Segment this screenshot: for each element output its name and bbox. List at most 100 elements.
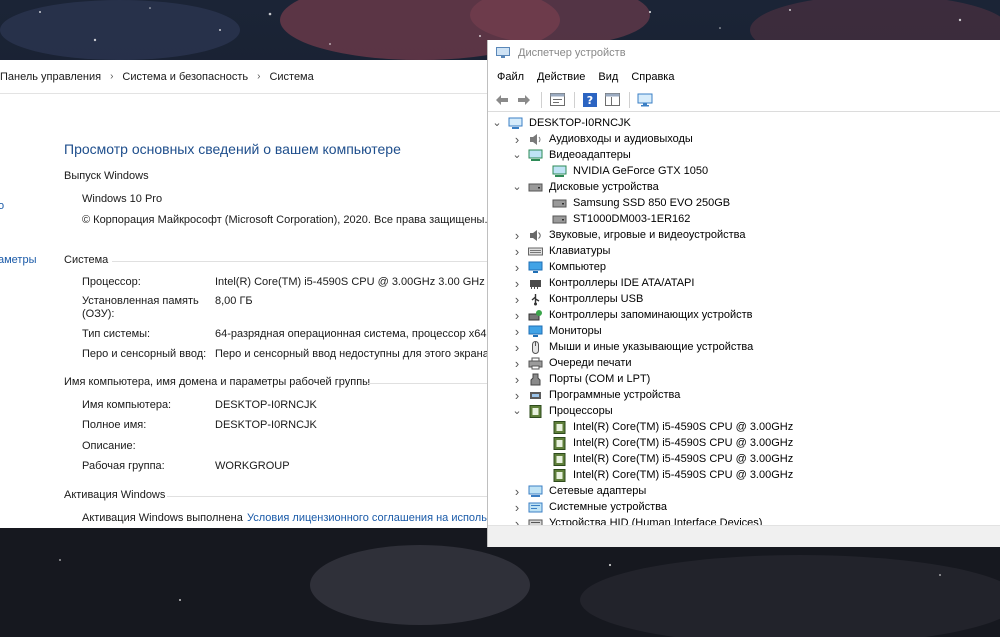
tree-category[interactable]: › Контроллеры USB bbox=[512, 291, 643, 307]
controller-icon bbox=[530, 279, 541, 289]
system-header: Система bbox=[64, 254, 109, 266]
show-hidden-icon[interactable] bbox=[602, 91, 622, 109]
tree-category[interactable]: › Программные устройства bbox=[512, 387, 681, 403]
software-device-icon bbox=[530, 391, 541, 399]
activation-status: Активация Windows выполнена bbox=[82, 512, 243, 524]
tree-device[interactable]: Intel(R) Core(TM) i5-4590S CPU @ 3.00GHz bbox=[536, 435, 793, 451]
tree-category[interactable]: › Контроллеры IDE ATA/ATAPI bbox=[512, 275, 695, 291]
tree-item-label: Аудиовходы и аудиовыходы bbox=[549, 133, 693, 145]
tree-device[interactable]: Samsung SSD 850 EVO 250GB bbox=[536, 195, 730, 211]
system-device-icon bbox=[528, 502, 543, 512]
tree-item-label: Дисковые устройства bbox=[549, 181, 659, 193]
breadcrumb-item-control-panel[interactable]: Панель управления bbox=[0, 71, 101, 83]
chevron-right-icon[interactable]: › bbox=[512, 340, 522, 355]
window-title: Диспетчер устройств bbox=[518, 47, 626, 59]
tree-item-label: Intel(R) Core(TM) i5-4590S CPU @ 3.00GHz bbox=[573, 421, 794, 433]
help-icon[interactable]: ? bbox=[580, 91, 600, 109]
tree-category[interactable]: › Мониторы bbox=[512, 323, 602, 339]
tree-category[interactable]: › Аудиовходы и аудиовыходы bbox=[512, 131, 693, 147]
tree-item-label: Клавиатуры bbox=[549, 245, 611, 257]
tree-device[interactable]: Intel(R) Core(TM) i5-4590S CPU @ 3.00GHz bbox=[536, 419, 793, 435]
tree-category[interactable]: › Сетевые адаптеры bbox=[512, 483, 647, 499]
workgroup-label: Рабочая группа: bbox=[82, 460, 165, 472]
monitor-scan-icon[interactable] bbox=[635, 91, 655, 109]
activation-header: Активация Windows bbox=[64, 489, 166, 501]
tree-item-label: Системные устройства bbox=[549, 501, 668, 513]
chevron-down-icon[interactable]: ⌄ bbox=[512, 150, 522, 161]
chevron-down-icon[interactable]: ⌄ bbox=[512, 182, 522, 193]
display-adapter-icon bbox=[552, 165, 567, 177]
chevron-down-icon[interactable]: ⌄ bbox=[512, 406, 522, 417]
chevron-right-icon[interactable]: › bbox=[512, 308, 522, 323]
tree-category[interactable]: › Контроллеры запоминающих устройств bbox=[512, 307, 753, 323]
tree-category[interactable]: › Мыши и иные указывающие устройства bbox=[512, 339, 753, 355]
tree-device[interactable]: Intel(R) Core(TM) i5-4590S CPU @ 3.00GHz bbox=[536, 467, 793, 483]
chevron-right-icon[interactable]: › bbox=[512, 132, 522, 147]
device-tree: ⌄ DESKTOP-I0RNCJK › Аудиовходы и аудиовыход… bbox=[488, 115, 1000, 525]
chevron-right-icon[interactable]: › bbox=[512, 484, 522, 499]
tree-category[interactable]: ⌄ Процессоры bbox=[512, 403, 613, 419]
back-icon[interactable] bbox=[492, 91, 512, 109]
tree-item-label: Устройства HID (Human Interface Devices) bbox=[549, 517, 763, 525]
breadcrumb: Панель управления › Система и безопаснос… bbox=[0, 60, 487, 94]
workgroup-value: WORKGROUP bbox=[215, 460, 290, 472]
ram-value: 8,00 ГБ bbox=[215, 295, 253, 307]
chevron-right-icon[interactable]: › bbox=[512, 388, 522, 403]
menu-help[interactable]: Справка bbox=[631, 71, 674, 83]
tree-item-label: Intel(R) Core(TM) i5-4590S CPU @ 3.00GHz bbox=[573, 453, 794, 465]
chevron-right-icon[interactable]: › bbox=[512, 276, 522, 291]
tree-category[interactable]: › Клавиатуры bbox=[512, 243, 611, 259]
chevron-right-icon[interactable]: › bbox=[512, 372, 522, 387]
license-terms-link[interactable]: Условия лицензионного соглашения на испо… bbox=[247, 512, 487, 524]
chevron-right-icon[interactable]: › bbox=[512, 292, 522, 307]
tree-device[interactable]: ST1000DM003-1ER162 bbox=[536, 211, 690, 227]
forward-icon[interactable] bbox=[514, 91, 534, 109]
audio-icon bbox=[530, 133, 541, 145]
full-name-label: Полное имя: bbox=[82, 419, 147, 431]
chevron-right-icon[interactable]: › bbox=[512, 356, 522, 371]
chevron-right-icon[interactable]: › bbox=[512, 228, 522, 243]
menu-view[interactable]: Вид bbox=[598, 71, 618, 83]
storage-controller-icon bbox=[528, 309, 542, 320]
breadcrumb-item-security[interactable]: Система и безопасность bbox=[122, 71, 248, 83]
tree-item-label: Очереди печати bbox=[549, 357, 632, 369]
tree-category[interactable]: › Порты (COM и LPT) bbox=[512, 371, 651, 387]
tree-root[interactable]: ⌄ DESKTOP-I0RNCJK bbox=[492, 115, 631, 131]
tree-category[interactable]: › Компьютер bbox=[512, 259, 606, 275]
chevron-right-icon[interactable]: › bbox=[512, 244, 522, 259]
tree-category[interactable]: › Звуковые, игровые и видеоустройства bbox=[512, 227, 746, 243]
tree-category[interactable]: › Очереди печати bbox=[512, 355, 632, 371]
chevron-right-icon[interactable]: › bbox=[512, 324, 522, 339]
tree-device[interactable]: NVIDIA GeForce GTX 1050 bbox=[536, 163, 708, 179]
sidebar-link[interactable]: о bbox=[0, 200, 4, 212]
full-name-value: DESKTOP-I0RNCJK bbox=[215, 419, 317, 431]
chevron-right-icon[interactable]: › bbox=[512, 516, 522, 526]
page-title: Просмотр основных сведений о вашем компь… bbox=[64, 141, 401, 157]
breadcrumb-item-system[interactable]: Система bbox=[269, 71, 313, 83]
sidebar-link[interactable]: аметры bbox=[0, 254, 37, 266]
tree-category[interactable]: › Системные устройства bbox=[512, 499, 667, 515]
tree-item-label: Видеоадаптеры bbox=[549, 149, 631, 161]
chevron-right-icon[interactable]: › bbox=[512, 500, 522, 515]
menu-action[interactable]: Действие bbox=[537, 71, 585, 83]
processor-icon bbox=[553, 468, 566, 482]
svg-text:?: ? bbox=[587, 94, 593, 107]
menu-file[interactable]: Файл bbox=[497, 71, 524, 83]
chevron-down-icon[interactable]: ⌄ bbox=[492, 118, 502, 129]
tree-category[interactable]: › Устройства HID (Human Interface Devices… bbox=[512, 515, 762, 525]
pen-touch-label: Перо и сенсорный ввод: bbox=[82, 348, 207, 360]
chevron-right-icon[interactable]: › bbox=[512, 260, 522, 275]
disk-icon bbox=[552, 199, 567, 207]
title-bar[interactable]: Диспетчер устройств bbox=[488, 40, 1000, 66]
device-manager-icon bbox=[496, 47, 510, 58]
disk-icon bbox=[552, 215, 567, 223]
horizontal-scrollbar[interactable] bbox=[488, 525, 1000, 547]
tree-item-label: Мыши и иные указывающие устройства bbox=[549, 341, 754, 353]
properties-icon[interactable] bbox=[547, 91, 567, 109]
speaker-icon bbox=[530, 229, 541, 241]
tree-category[interactable]: ⌄ Видеоадаптеры bbox=[512, 147, 631, 163]
edition-copyright: © Корпорация Майкрософт (Microsoft Corpo… bbox=[82, 214, 487, 226]
tree-device[interactable]: Intel(R) Core(TM) i5-4590S CPU @ 3.00GHz bbox=[536, 451, 793, 467]
toolbar-separator bbox=[629, 91, 630, 108]
tree-category[interactable]: ⌄ Дисковые устройства bbox=[512, 179, 659, 195]
